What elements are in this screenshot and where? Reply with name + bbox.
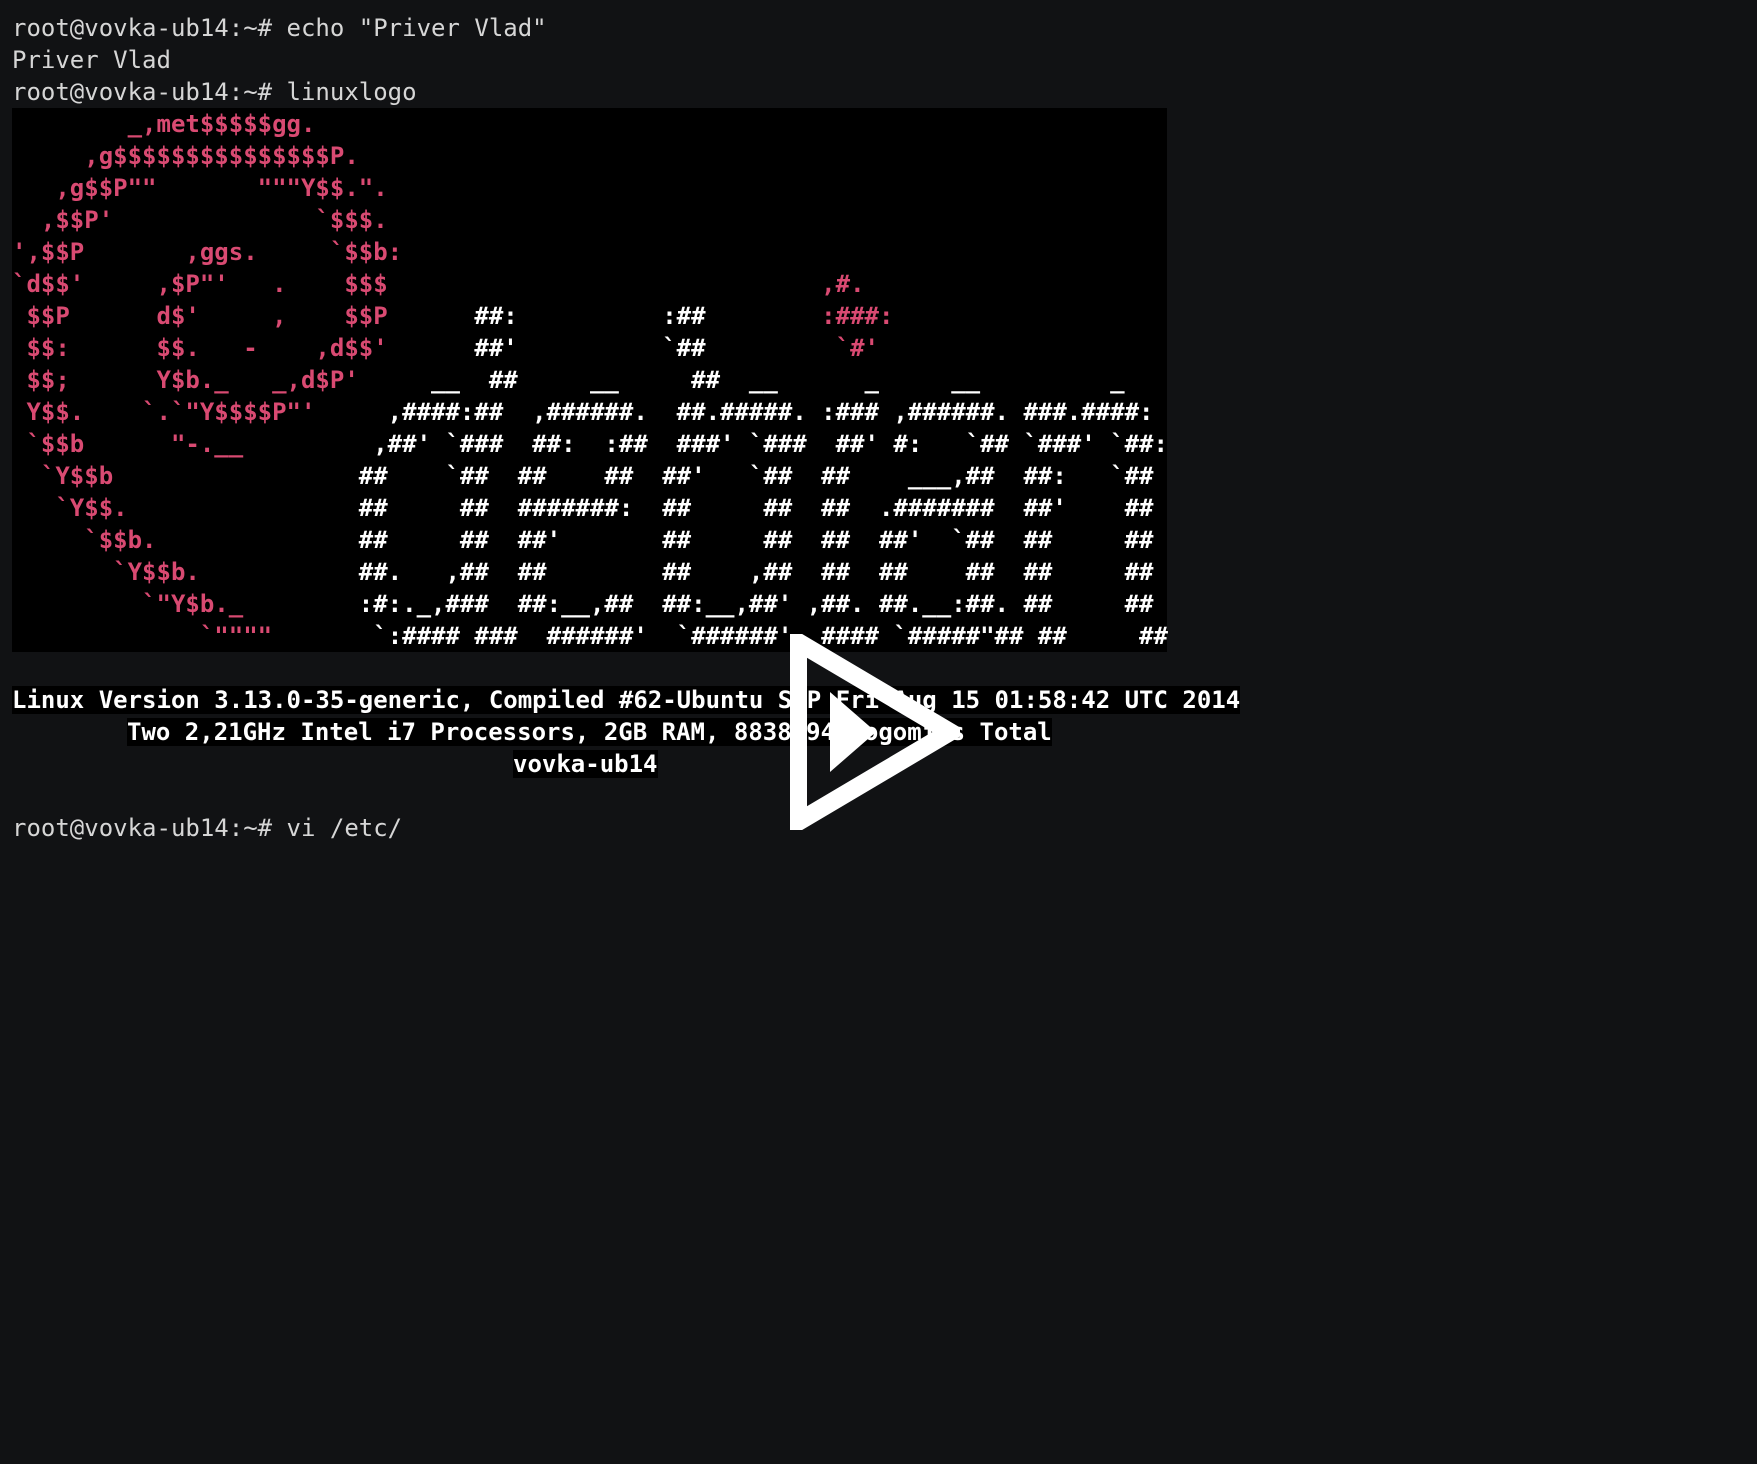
logo-swirl-segment: ,g$$P"" """Y$$.". <box>12 174 388 202</box>
logo-swirl-segment: $$; Y$b._ _,d$P' <box>12 366 359 394</box>
logo-wordmark-segment: ## `## ## ## ##' `## ## ___,## ##: `## <box>113 462 1154 490</box>
kernel-version-text: Linux Version 3.13.0-35-generic, Compile… <box>12 686 1241 714</box>
logo-row: `$$b. ## ## ##' ## ## ## ##' `## ## ## <box>12 524 1167 556</box>
logo-i-dot-segment: `#' <box>835 334 879 362</box>
hardware-line: Two 2,21GHz Intel i7 Processors, 2GB RAM… <box>12 716 1240 748</box>
logo-row: `d$$' ,$P"' . $$$ ,#. <box>12 268 1167 300</box>
logo-row: Y$$. `.`"Y$$$$P"' ,####:## ,######. ##.#… <box>12 396 1167 428</box>
command-prompt-input[interactable]: root@vovka-ub14:~# vi /etc/ <box>12 812 1240 844</box>
logo-wordmark-segment: `:#### ### ######' `######' #### `#####"… <box>272 622 1168 650</box>
logo-swirl-segment: `$$b "-.__ <box>12 430 244 458</box>
logo-row: $$: $$. - ,d$$' ##' `## `#' <box>12 332 1167 364</box>
logo-row: $$; Y$b._ _,d$P' __ ## __ ## __ _ __ _ <box>12 364 1167 396</box>
logo-swirl-segment: `"Y$b._ <box>12 590 244 618</box>
terminal-window[interactable]: root@vovka-ub14:~# echo "Priver Vlad" Pr… <box>0 0 1757 1464</box>
logo-row: `$$b "-.__ ,##' `### ##: :## ###' `### #… <box>12 428 1168 460</box>
logo-wordmark-segment: ,##' `### ##: :## ###' `### ##' #: `## `… <box>243 430 1168 458</box>
logo-row: `Y$$b. ##. ,## ## ## ,## ## ## ## ## ## <box>12 556 1167 588</box>
logo-wordmark-segment: ,####:## ,######. ##.#####. :### ,######… <box>315 398 1154 426</box>
hostname-line: vovka-ub14 <box>12 748 1240 780</box>
logo-row: ,g$$P"" """Y$$.". <box>12 172 1167 204</box>
logo-swirl-segment: `d$$' ,$P"' . $$$ <box>12 270 388 298</box>
logo-wordmark-segment: ##' `## <box>387 334 836 362</box>
logo-swirl-segment: $$: $$. - ,d$$' <box>12 334 388 362</box>
logo-wordmark-segment: ## ## ##' ## ## ## ##' `## ## ## <box>156 526 1154 554</box>
logo-i-dot-segment: ,#. <box>387 270 865 298</box>
logo-row: $$P d$' , $$P ##: :## :###: <box>12 300 1167 332</box>
play-icon[interactable] <box>790 634 960 830</box>
kernel-version-line: Linux Version 3.13.0-35-generic, Compile… <box>12 684 1241 716</box>
logo-row: ',$$P ,ggs. `$$b: <box>12 236 1167 268</box>
logo-swirl-segment: ,g$$$$$$$$$$$$$$$P. <box>12 142 359 170</box>
logo-row: _,met$$$$$gg. <box>12 108 1167 140</box>
command-output: Priver Vlad <box>12 46 171 74</box>
logo-row: `"""" `:#### ### ######' `######' #### `… <box>12 620 1168 652</box>
command-line: root@vovka-ub14:~# echo "Priver Vlad" <box>12 14 547 42</box>
logo-row: `Y$$. ## ## #######: ## ## ## .####### #… <box>12 492 1167 524</box>
logo-row: `"Y$b._ :#:._,### ##:__,## ##:__,##' ,##… <box>12 588 1167 620</box>
logo-wordmark-segment: :#:._,### ##:__,## ##:__,##' ,##. ##.__:… <box>243 590 1154 618</box>
logo-swirl-segment: _,met$$$$$gg. <box>12 110 316 138</box>
logo-row: `Y$$b ## `## ## ## ##' `## ## ___,## ##:… <box>12 460 1167 492</box>
command-line: root@vovka-ub14:~# linuxlogo <box>12 78 417 106</box>
logo-wordmark-segment: __ ## __ ## __ _ __ _ <box>358 366 1125 394</box>
terminal-screen: root@vovka-ub14:~# echo "Priver Vlad" Pr… <box>12 12 1241 844</box>
logo-row: ,$$P' `$$$. <box>12 204 1167 236</box>
logo-swirl-segment: `Y$$. <box>12 494 128 522</box>
debian-ascii-logo: _,met$$$$$gg. ,g$$$$$$$$$$$$$$$P. ,g$$P"… <box>12 108 1168 652</box>
logo-swirl-segment: ',$$P ,ggs. `$$b: <box>12 238 403 266</box>
logo-wordmark-segment: ##: :## <box>387 302 822 330</box>
logo-swirl-segment: `Y$$b. <box>12 558 200 586</box>
logo-row: ,g$$$$$$$$$$$$$$$P. <box>12 140 1167 172</box>
logo-i-dot-segment: :###: <box>821 302 894 330</box>
logo-swirl-segment: `$$b. <box>12 526 157 554</box>
hostname-text: vovka-ub14 <box>513 750 658 778</box>
logo-swirl-segment: Y$$. `.`"Y$$$$P"' <box>12 398 316 426</box>
logo-swirl-segment: ,$$P' `$$$. <box>12 206 388 234</box>
logo-swirl-segment: `Y$$b <box>12 462 114 490</box>
logo-swirl-segment: $$P d$' , $$P <box>12 302 388 330</box>
logo-swirl-segment: `"""" <box>12 622 273 650</box>
logo-wordmark-segment: ##. ,## ## ## ,## ## ## ## ## ## <box>199 558 1154 586</box>
logo-wordmark-segment: ## ## #######: ## ## ## .####### ##' ## <box>127 494 1154 522</box>
